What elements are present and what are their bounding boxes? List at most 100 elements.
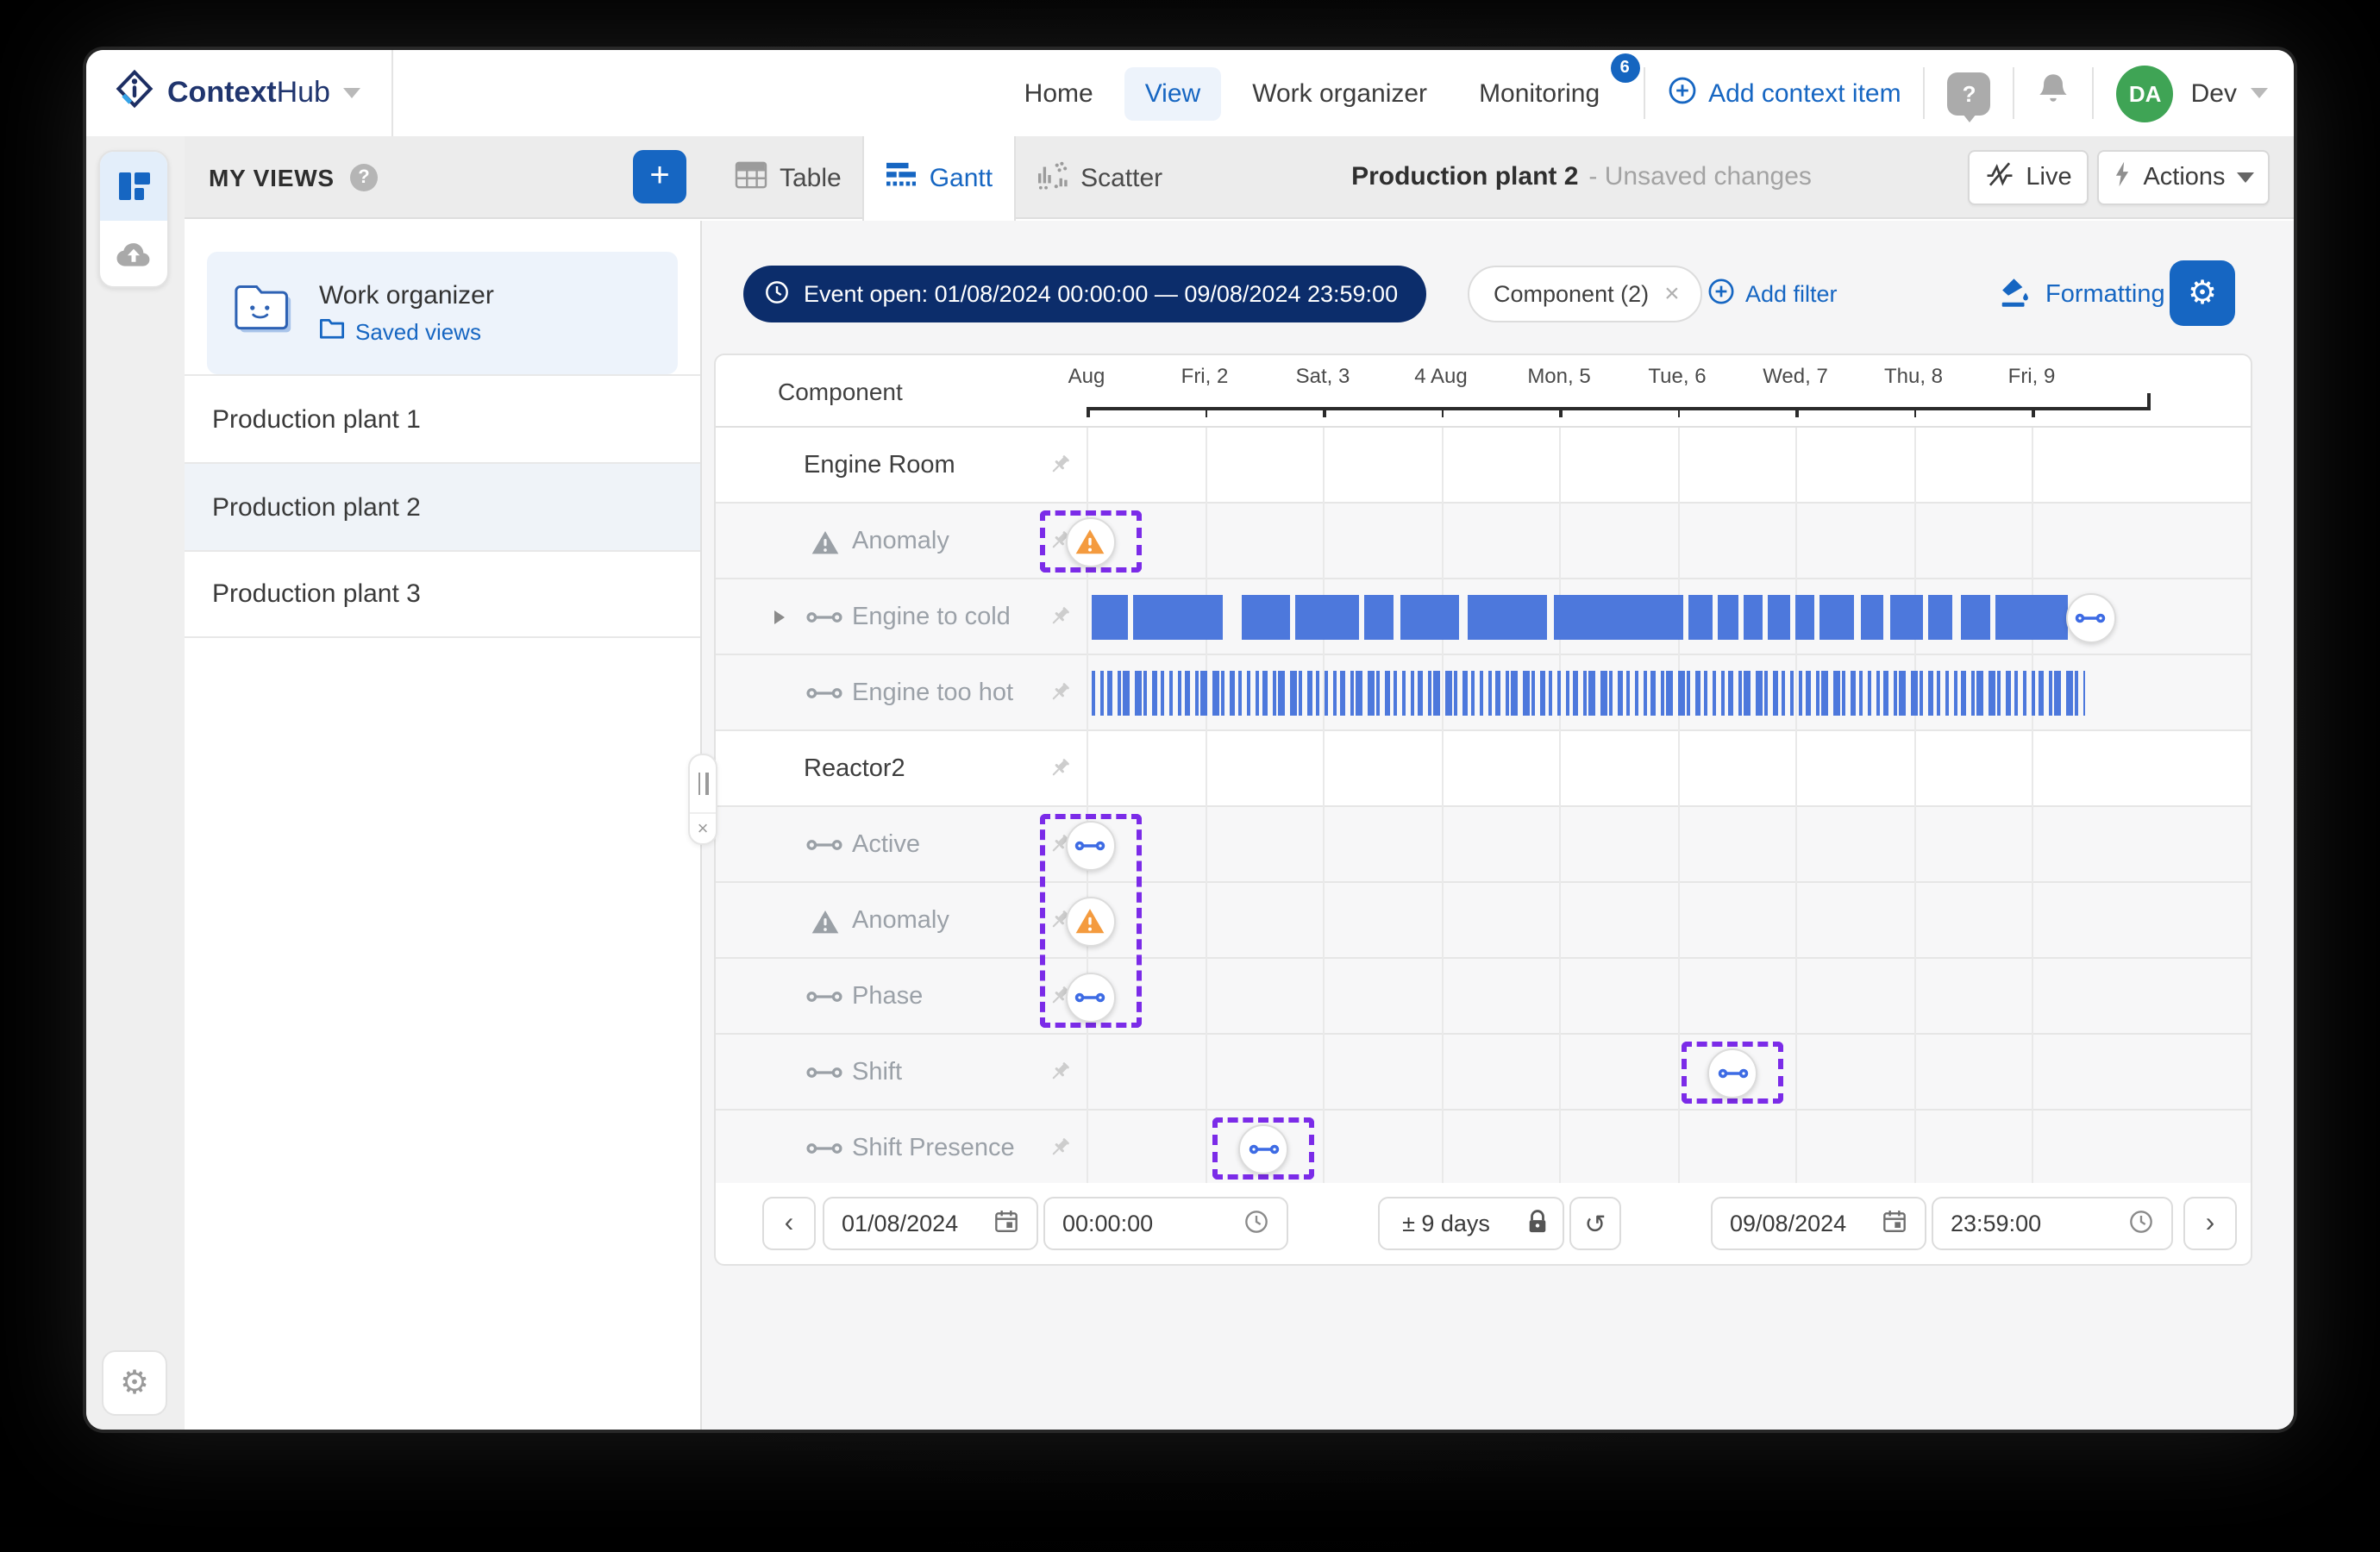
views-layout-icon[interactable] [100, 152, 167, 221]
event-marker-interval[interactable] [1065, 820, 1115, 870]
gantt-settings-button[interactable]: ⚙ [2170, 260, 2235, 326]
plus-circle-icon [1707, 278, 1735, 310]
add-context-item-button[interactable]: Add context item [1667, 75, 1901, 111]
axis-label: Fri, 2 [1153, 364, 1256, 388]
gantt-panel: Component AugFri, 2Sat, 34 AugMon, 5Tue,… [714, 354, 2252, 1266]
nav-item-work-organizer[interactable]: Work organizer [1231, 66, 1448, 120]
gantt-bar-segment[interactable] [1929, 595, 1952, 640]
gantt-bar-dense[interactable] [1091, 671, 2084, 716]
pin-icon[interactable] [1047, 604, 1073, 629]
pin-icon[interactable] [1047, 452, 1073, 478]
axis-label: Mon, 5 [1507, 364, 1611, 388]
gridline [1205, 428, 1206, 1186]
help-icon[interactable]: ? [1948, 72, 1991, 115]
start-time-field[interactable]: 00:00:00 [1043, 1197, 1288, 1250]
gantt-bar-segment[interactable] [1295, 595, 1358, 640]
event-marker-warning[interactable] [1065, 516, 1115, 566]
actions-button[interactable]: Actions [2097, 150, 2270, 205]
avatar[interactable]: DA [2117, 65, 2174, 122]
tab-scatter[interactable]: Scatter [1015, 136, 1183, 219]
gantt-row-shift: Shift [716, 1035, 2251, 1111]
cloud-upload-icon[interactable] [100, 221, 167, 288]
gantt-bar-segment[interactable] [1400, 595, 1459, 640]
chevron-down-icon[interactable] [2251, 88, 2268, 98]
step-forward-button[interactable]: › [2183, 1197, 2237, 1250]
saved-views-link[interactable]: Saved views [319, 317, 494, 345]
nav-item-view[interactable]: View [1124, 66, 1222, 120]
collapse-sidebar-icon[interactable]: × [690, 814, 716, 843]
event-marker-interval[interactable] [1065, 972, 1115, 1022]
gantt-bar-segment[interactable] [1767, 595, 1789, 640]
gantt-bar-segment[interactable] [1860, 595, 1883, 640]
sidebar-view-item-production-plant-2[interactable]: Production plant 2 [185, 462, 700, 550]
folder-smiley-icon [231, 279, 297, 347]
gantt-bar-segment[interactable] [1718, 595, 1739, 640]
formatting-button[interactable]: Formatting [1997, 266, 2165, 322]
gantt-row-anomaly: Anomaly [716, 883, 2251, 959]
gridline [1795, 428, 1797, 1186]
row-interval-icon [804, 959, 845, 1035]
gantt-bar-segment[interactable] [1820, 595, 1855, 640]
divider [1643, 67, 1644, 119]
live-button[interactable]: Live [1968, 150, 2089, 205]
pin-icon[interactable] [1047, 679, 1073, 705]
nav-item-home[interactable]: Home [1004, 66, 1114, 120]
gantt-bar-segment[interactable] [1689, 595, 1713, 640]
work-organizer-card[interactable]: Work organizer Saved views [207, 252, 678, 374]
page-title: Production plant 2 [1351, 162, 1578, 191]
drag-handle-icon[interactable] [690, 755, 716, 814]
row-label: Engine to cold [852, 604, 1011, 631]
help-circle-icon[interactable]: ? [350, 163, 378, 191]
gantt-bar-segment[interactable] [1091, 595, 1127, 640]
tab-table[interactable]: Table [714, 136, 862, 219]
gantt-bar-segment[interactable] [1132, 595, 1222, 640]
pin-icon[interactable] [1047, 1059, 1073, 1085]
gantt-bar-segment[interactable] [1469, 595, 1548, 640]
gantt-bar-segment[interactable] [1795, 595, 1814, 640]
sidebar-view-item-production-plant-3[interactable]: Production plant 3 [185, 550, 700, 638]
gantt-bar-segment[interactable] [1890, 595, 1923, 640]
event-marker-interval[interactable] [1707, 1048, 1757, 1098]
add-filter-button[interactable]: Add filter [1707, 266, 1838, 322]
logo-zone[interactable]: ContextHub [86, 50, 393, 136]
tab-gantt[interactable]: Gantt [862, 136, 1015, 221]
end-time-field[interactable]: 23:59:00 [1932, 1197, 2173, 1250]
remove-filter-icon[interactable]: × [1664, 279, 1680, 309]
axis-tick [1205, 409, 1207, 417]
gantt-row-shift-presence: Shift Presence [716, 1111, 2251, 1186]
gantt-bar-segment[interactable] [1996, 595, 2067, 640]
gantt-bar-segment[interactable] [1243, 595, 1290, 640]
start-date-field[interactable]: 01/08/2024 [823, 1197, 1038, 1250]
sidebar-splitter[interactable]: × [688, 754, 717, 845]
bell-icon[interactable] [2038, 71, 2070, 116]
event-open-filter-chip[interactable]: Event open: 01/08/2024 00:00:00 — 09/08/… [743, 266, 1425, 322]
axis-end-tick [2147, 393, 2150, 410]
expand-icon[interactable] [774, 610, 785, 624]
gantt-rows: Engine RoomAnomalyEngine to coldEngine t… [716, 428, 2251, 1186]
axis-tick [1441, 409, 1444, 417]
pin-icon[interactable] [1047, 755, 1073, 781]
bar-end-marker[interactable] [2066, 592, 2116, 642]
end-date-field[interactable]: 09/08/2024 [1711, 1197, 1926, 1250]
pin-icon[interactable] [1047, 1135, 1073, 1161]
gantt-bar-segment[interactable] [1364, 595, 1394, 640]
settings-gear-icon[interactable]: ⚙ [102, 1350, 167, 1416]
add-view-button[interactable]: + [633, 150, 686, 203]
clock-icon [2128, 1208, 2154, 1239]
range-button[interactable]: ± 9 days [1378, 1197, 1514, 1250]
gantt-bar-segment[interactable] [1744, 595, 1763, 640]
component-filter-chip[interactable]: Component (2) × [1468, 266, 1702, 322]
gantt-row-reactor2: Reactor2 [716, 731, 2251, 807]
row-label: Engine Room [804, 452, 955, 479]
lock-range-button[interactable] [1513, 1197, 1564, 1250]
step-back-button[interactable]: ‹ [762, 1197, 816, 1250]
nav-item-monitoring[interactable]: Monitoring6 [1458, 66, 1620, 120]
chevron-down-icon[interactable] [344, 88, 361, 98]
history-button[interactable]: ↺ [1569, 1197, 1621, 1250]
event-marker-warning[interactable] [1065, 896, 1115, 946]
gridline [1677, 428, 1679, 1186]
top-nav: ContextHub HomeViewWork organizerMonitor… [86, 50, 2294, 136]
gantt-bar-segment[interactable] [1553, 595, 1683, 640]
sidebar-view-item-production-plant-1[interactable]: Production plant 1 [185, 374, 700, 462]
gantt-bar-segment[interactable] [1961, 595, 1990, 640]
